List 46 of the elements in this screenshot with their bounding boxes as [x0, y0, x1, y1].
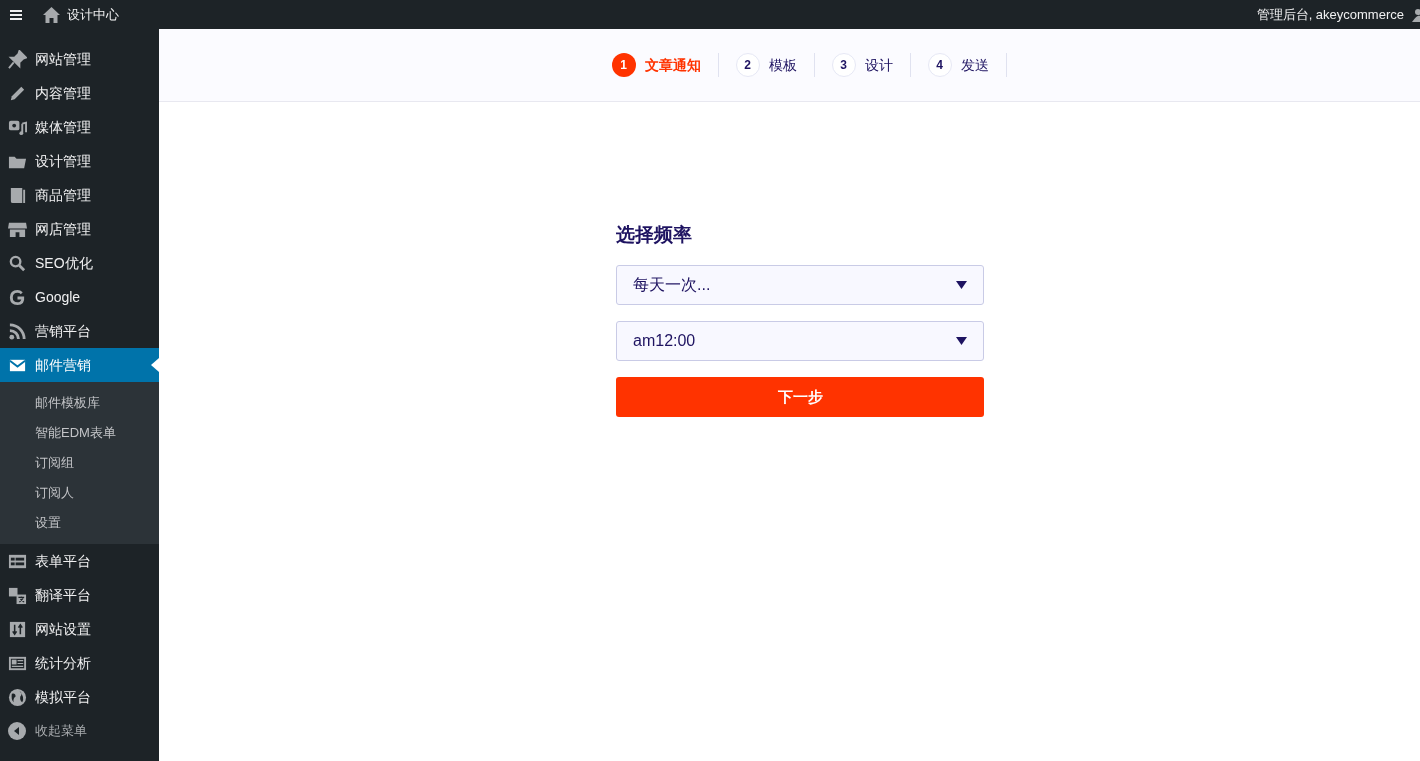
site-title-link[interactable]: 设计中心 — [67, 4, 119, 25]
search-icon — [8, 253, 27, 273]
sidebar-item[interactable]: 表单平台 — [0, 544, 159, 578]
tools-icon — [8, 619, 27, 639]
account-link[interactable]: 管理后台, akeycommerce — [1256, 4, 1404, 25]
next-button[interactable]: 下一步 — [616, 377, 984, 417]
sidebar-item[interactable]: 媒体管理 — [0, 110, 159, 144]
sidebar-item[interactable]: 商品管理 — [0, 178, 159, 212]
submenu-item[interactable]: 智能EDM表单 — [0, 418, 159, 448]
sidebar-item[interactable]: 统计分析 — [0, 646, 159, 680]
user-avatar-icon[interactable] — [1412, 8, 1420, 22]
sidebar-item[interactable]: SEO优化 — [0, 246, 159, 280]
collapse-icon — [8, 722, 26, 740]
sidebar-item[interactable]: 网站设置 — [0, 612, 159, 646]
step-tab[interactable]: 2 模板 — [718, 53, 815, 77]
step-tab[interactable]: 4 发送 — [910, 53, 1007, 77]
sidebar-item[interactable]: 翻译平台 — [0, 578, 159, 612]
translate-icon — [8, 585, 27, 605]
sidebar-item[interactable]: 网店管理 — [0, 212, 159, 246]
menu-icon[interactable] — [10, 9, 22, 20]
book-icon — [8, 185, 27, 205]
step-tab[interactable]: 3 设计 — [814, 53, 911, 77]
pin-icon — [8, 49, 27, 69]
section-heading: 选择频率 — [616, 223, 693, 247]
sidebar-item[interactable]: 邮件营销 — [0, 348, 159, 382]
submenu-item[interactable]: 邮件模板库 — [0, 388, 159, 418]
google-icon — [8, 287, 27, 307]
rss-icon — [8, 321, 27, 341]
select-field[interactable]: am12:00 — [616, 321, 984, 361]
sidebar-item[interactable]: 营销平台 — [0, 314, 159, 348]
submenu-item[interactable]: 订阅组 — [0, 448, 159, 478]
sidebar-item[interactable]: 网站管理 — [0, 42, 159, 76]
dropdown-caret-icon — [956, 281, 967, 289]
submenu-item[interactable]: 订阅人 — [0, 478, 159, 508]
step-tab[interactable]: 1 文章通知 — [594, 53, 719, 77]
home-icon[interactable] — [43, 6, 60, 23]
sidebar-item[interactable]: 设计管理 — [0, 144, 159, 178]
sidebar-item[interactable]: 模拟平台 — [0, 680, 159, 714]
globe-icon — [8, 687, 27, 707]
active-pointer — [151, 358, 159, 372]
collapse-menu-button[interactable]: 收起菜单 — [0, 714, 159, 748]
select-field[interactable]: 每天一次... — [616, 265, 984, 305]
sidebar-item[interactable]: 内容管理 — [0, 76, 159, 110]
dropdown-caret-icon — [956, 337, 967, 345]
submenu-item[interactable]: 设置 — [0, 508, 159, 538]
sidebar-item[interactable]: Google — [0, 280, 159, 314]
